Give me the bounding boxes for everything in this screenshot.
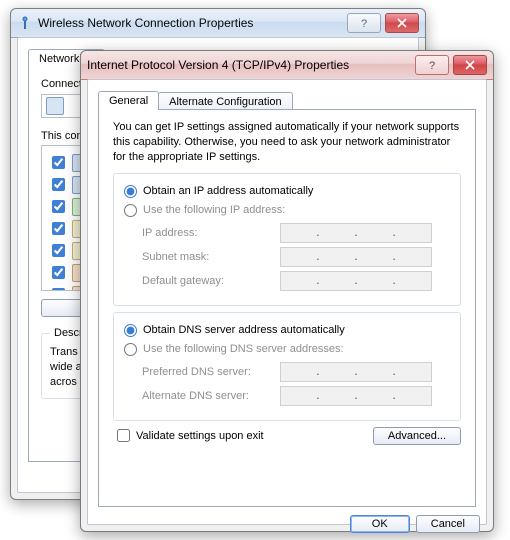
dns-manual-radio[interactable]: [124, 343, 137, 356]
cancel-button[interactable]: Cancel: [416, 515, 480, 533]
ip-auto-radio[interactable]: [124, 185, 137, 198]
subnet-mask-label: Subnet mask:: [142, 251, 280, 263]
ip-auto-row[interactable]: Obtain an IP address automatically: [124, 185, 450, 198]
dns-auto-row[interactable]: Obtain DNS server address automatically: [124, 324, 450, 337]
ip-address-label: IP address:: [142, 227, 280, 239]
subnet-mask-field: Subnet mask: ...: [142, 247, 450, 267]
close-button[interactable]: [453, 55, 487, 75]
title-text: Internet Protocol Version 4 (TCP/IPv4) P…: [87, 58, 411, 72]
validate-checkbox[interactable]: [117, 429, 130, 442]
tab-panel: You can get IP settings assigned automat…: [98, 109, 476, 507]
alternate-dns-label: Alternate DNS server:: [142, 390, 280, 402]
titlebar[interactable]: Wireless Network Connection Properties ?: [11, 9, 425, 38]
checkbox[interactable]: [52, 200, 65, 213]
svg-text:?: ?: [429, 60, 435, 70]
ip-manual-radio[interactable]: [124, 204, 137, 217]
titlebar[interactable]: Internet Protocol Version 4 (TCP/IPv4) P…: [81, 51, 493, 80]
advanced-button[interactable]: Advanced...: [373, 427, 461, 445]
client-area: General Alternate Configuration You can …: [87, 79, 487, 525]
adapter-icon: [46, 97, 64, 115]
network-icon: [17, 15, 33, 31]
title-text: Wireless Network Connection Properties: [38, 16, 343, 30]
gateway-label: Default gateway:: [142, 275, 280, 287]
dns-manual-row[interactable]: Use the following DNS server addresses:: [124, 343, 450, 356]
ip-auto-label: Obtain an IP address automatically: [143, 185, 313, 197]
gateway-field: Default gateway: ...: [142, 271, 450, 291]
preferred-dns-input: ...: [280, 362, 432, 382]
checkbox[interactable]: [52, 288, 65, 291]
gateway-input: ...: [280, 271, 432, 291]
dns-manual-label: Use the following DNS server addresses:: [143, 343, 344, 355]
dns-auto-label: Obtain DNS server address automatically: [143, 324, 345, 336]
preferred-dns-label: Preferred DNS server:: [142, 366, 280, 378]
tab-general[interactable]: General: [98, 91, 159, 110]
alternate-dns-input: ...: [280, 386, 432, 406]
ip-address-field: IP address: ...: [142, 223, 450, 243]
checkbox[interactable]: [52, 156, 65, 169]
help-button[interactable]: ?: [415, 55, 449, 75]
checkbox[interactable]: [52, 266, 65, 279]
ip-manual-label: Use the following IP address:: [143, 204, 285, 216]
checkbox[interactable]: [52, 178, 65, 191]
dns-auto-radio[interactable]: [124, 324, 137, 337]
ok-button[interactable]: OK: [350, 515, 410, 533]
help-button[interactable]: ?: [347, 13, 381, 33]
subnet-mask-input: ...: [280, 247, 432, 267]
ip-address-input: ...: [280, 223, 432, 243]
dns-group: Obtain DNS server address automatically …: [113, 312, 461, 421]
ip-group: Obtain an IP address automatically Use t…: [113, 173, 461, 306]
validate-label: Validate settings upon exit: [136, 430, 264, 442]
validate-row[interactable]: Validate settings upon exit: [117, 429, 264, 442]
preferred-dns-field: Preferred DNS server: ...: [142, 362, 450, 382]
checkbox[interactable]: [52, 222, 65, 235]
intro-text: You can get IP settings assigned automat…: [113, 120, 461, 165]
ipv4-properties-dialog: Internet Protocol Version 4 (TCP/IPv4) P…: [80, 50, 494, 532]
svg-text:?: ?: [361, 18, 367, 28]
ip-manual-row[interactable]: Use the following IP address:: [124, 204, 450, 217]
alternate-dns-field: Alternate DNS server: ...: [142, 386, 450, 406]
checkbox[interactable]: [52, 244, 65, 257]
tab-alternate[interactable]: Alternate Configuration: [158, 92, 293, 110]
close-button[interactable]: [385, 13, 419, 33]
